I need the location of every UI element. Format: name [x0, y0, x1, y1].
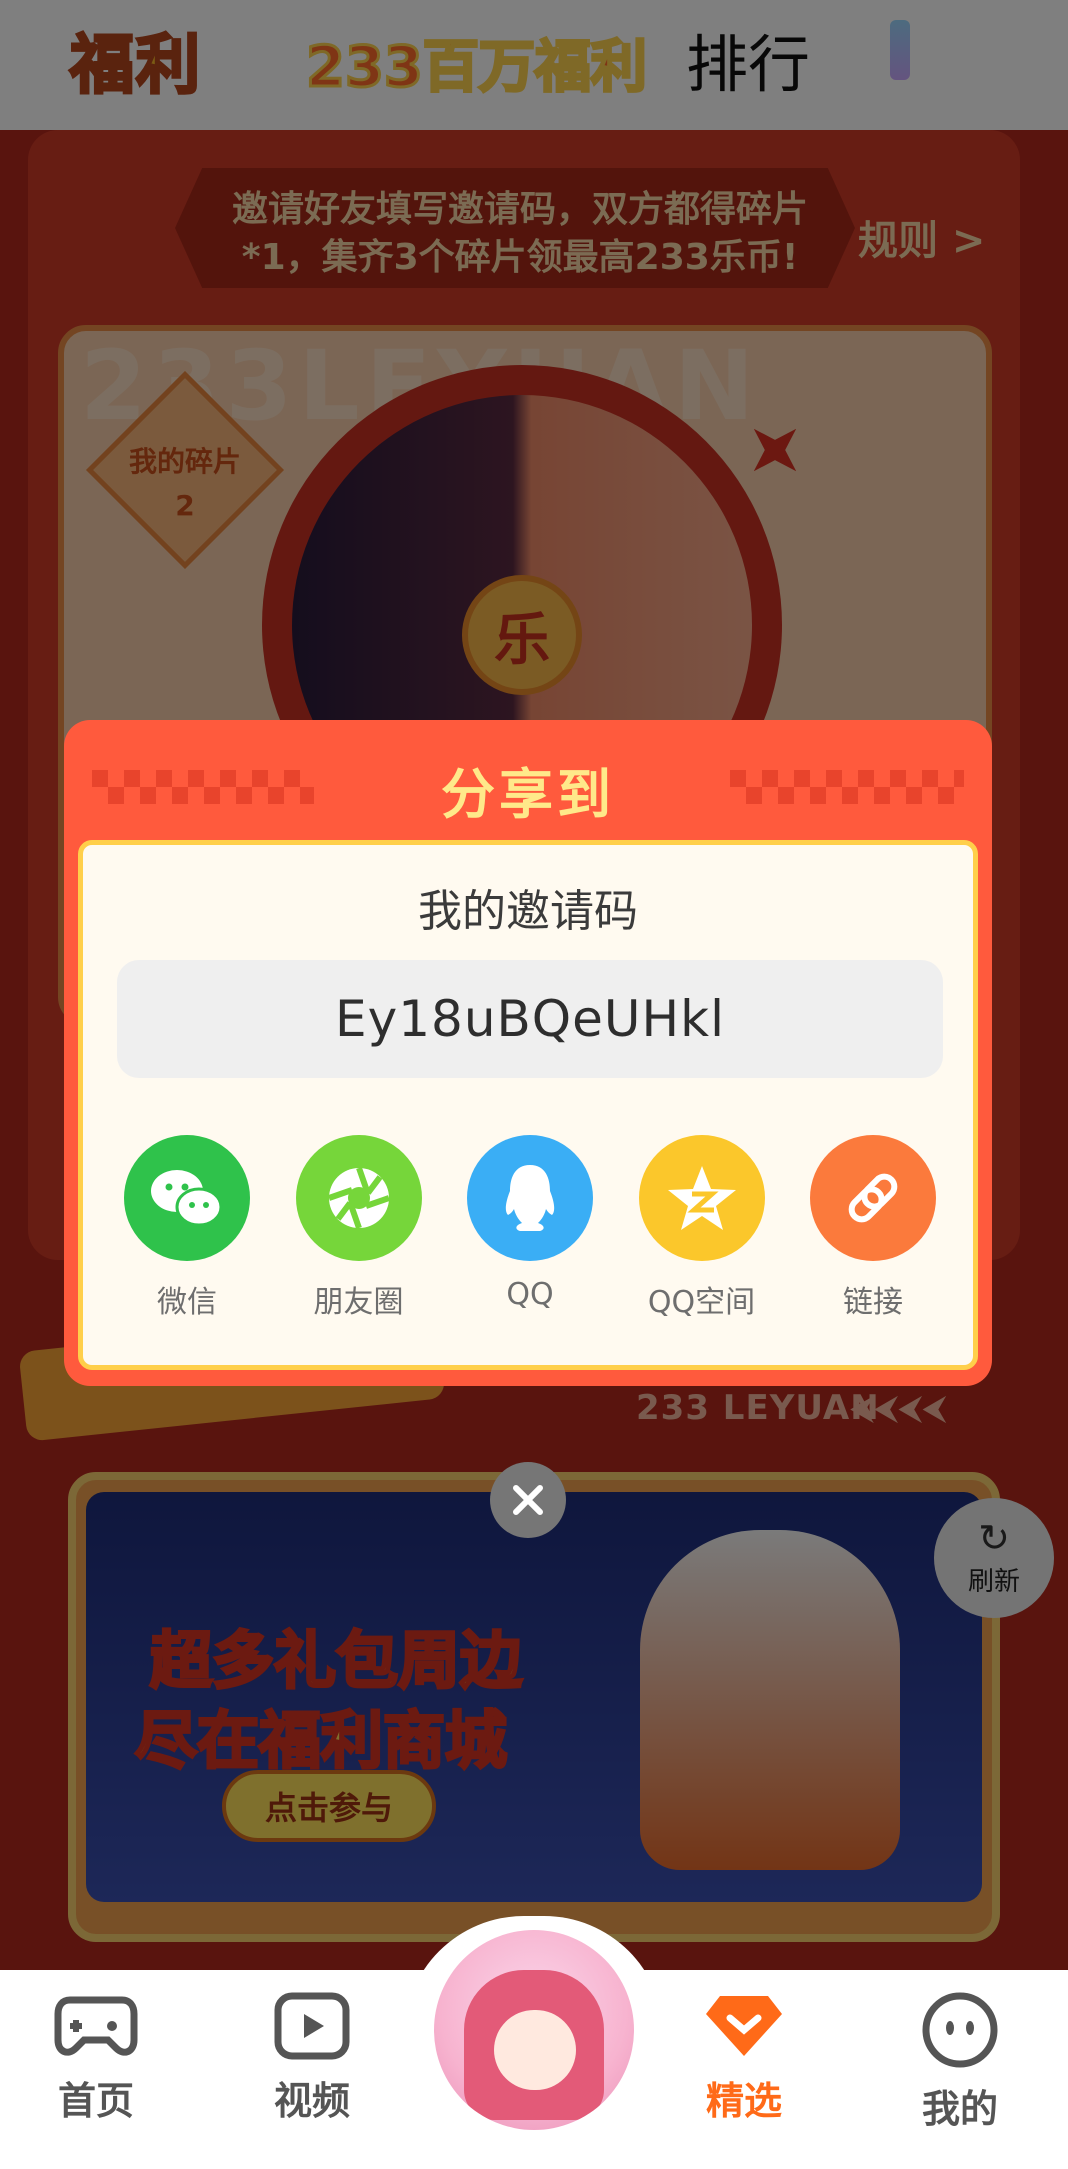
share-link[interactable]: 链接 [803, 1135, 943, 1321]
qq-icon[interactable] [467, 1135, 593, 1261]
share-wechat[interactable]: 微信 [117, 1135, 257, 1321]
avatar-face [494, 2010, 576, 2090]
profile-face-icon [922, 1992, 998, 2068]
share-qq[interactable]: QQ [460, 1135, 600, 1321]
nav-video[interactable]: 视频 [242, 1990, 382, 2125]
featured-icon [706, 1996, 782, 2056]
share-options: 微信 朋友圈 QQ QQ空间 链接 [117, 1135, 943, 1321]
dialog-body: 我的邀请码 Ey18uBQeUHkl 微信 朋友圈 QQ QQ空间 链接 [78, 840, 978, 1370]
close-icon [513, 1485, 543, 1515]
share-label-wechat: 微信 [157, 1285, 217, 1320]
share-label-qq: QQ [506, 1277, 554, 1312]
share-qzone[interactable]: QQ空间 [632, 1135, 772, 1321]
center-avatar-button[interactable] [434, 1930, 634, 2130]
wechat-icon[interactable] [124, 1135, 250, 1261]
invite-code-heading: 我的邀请码 [418, 886, 638, 937]
share-moments[interactable]: 朋友圈 [289, 1135, 429, 1321]
nav-label-video: 视频 [273, 2079, 350, 2123]
share-dialog: 分享到 我的邀请码 Ey18uBQeUHkl 微信 朋友圈 QQ QQ空间 链接 [64, 720, 992, 1386]
nav-label-home: 首页 [57, 2079, 134, 2123]
nav-label-profile: 我的 [921, 2087, 998, 2131]
link-icon[interactable] [810, 1135, 936, 1261]
close-dialog-button[interactable] [490, 1462, 566, 1538]
nav-featured[interactable]: 精选 [674, 1990, 814, 2125]
qzone-icon[interactable] [638, 1135, 765, 1261]
nav-label-featured: 精选 [705, 2079, 782, 2123]
nav-profile[interactable]: 我的 [890, 1990, 1030, 2133]
video-icon [274, 1992, 350, 2060]
share-label-qzone: QQ空间 [647, 1285, 756, 1320]
share-label-moments: 朋友圈 [313, 1285, 404, 1320]
moments-icon[interactable] [295, 1135, 422, 1261]
nav-home[interactable]: 首页 [26, 1990, 166, 2125]
share-label-link: 链接 [843, 1285, 903, 1320]
invite-code-field[interactable]: Ey18uBQeUHkl [117, 960, 943, 1078]
gamepad-icon [54, 1996, 138, 2056]
dialog-title: 分享到 [441, 763, 615, 826]
